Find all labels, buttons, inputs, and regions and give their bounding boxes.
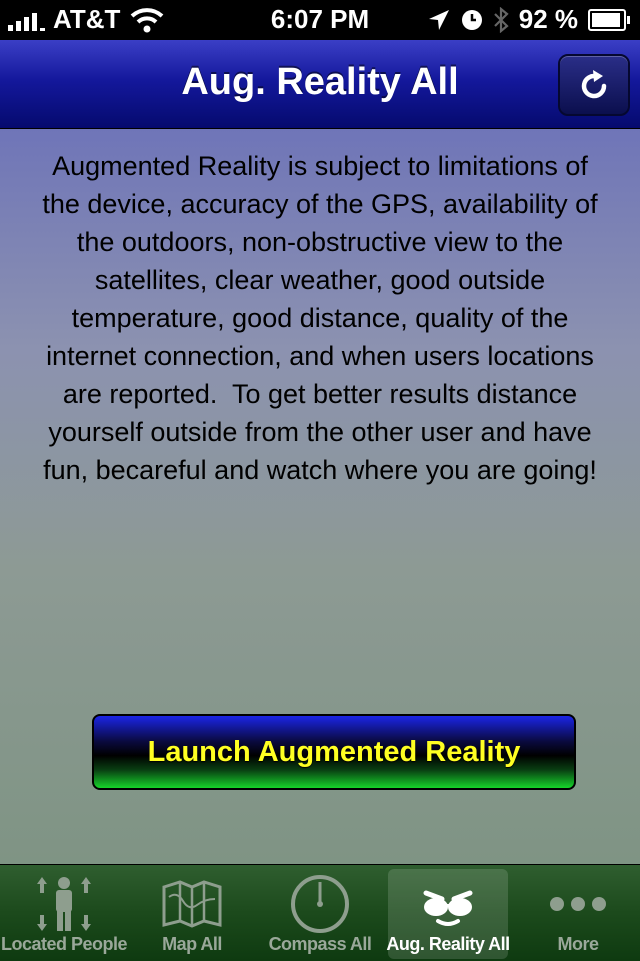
bluetooth-icon <box>493 6 509 33</box>
navigation-bar: Aug. Reality All <box>0 40 640 129</box>
tab-aug-reality-all[interactable]: Aug. Reality All <box>386 869 510 959</box>
disclaimer-text: Augmented Reality is subject to limitati… <box>42 151 606 485</box>
launch-augmented-reality-button[interactable]: Launch Augmented Reality <box>92 714 576 790</box>
tab-compass-all[interactable]: Compass All <box>258 869 382 959</box>
tab-label: Compass All <box>268 934 372 954</box>
battery-percent: 92 % <box>518 4 578 34</box>
people-icon <box>29 874 99 934</box>
refresh-button[interactable] <box>558 54 630 116</box>
tab-map-all[interactable]: Map All <box>130 869 254 959</box>
tab-located-people[interactable]: Located People <box>0 869 128 959</box>
compass-icon <box>285 874 355 934</box>
refresh-icon <box>581 70 607 99</box>
tab-label: Map All <box>162 934 222 954</box>
location-arrow-icon <box>428 9 449 30</box>
tab-label: More <box>557 934 599 954</box>
map-icon <box>157 874 227 934</box>
status-bar: AT&T 6:07 PM 92 % <box>0 0 640 40</box>
tab-label: Located People <box>0 934 128 954</box>
tab-bar: Located People Map All Compass All Aug. … <box>0 864 640 961</box>
tab-label: Aug. Reality All <box>386 934 510 954</box>
status-right: 92 % <box>427 4 630 35</box>
battery-icon <box>588 8 630 31</box>
main-content: Augmented Reality is subject to limitati… <box>0 129 640 864</box>
face-glasses-icon <box>413 874 483 934</box>
clock-icon <box>461 9 482 30</box>
more-dots-icon <box>543 874 613 934</box>
tab-more[interactable]: More <box>516 869 640 959</box>
page-title: Aug. Reality All <box>181 61 459 103</box>
